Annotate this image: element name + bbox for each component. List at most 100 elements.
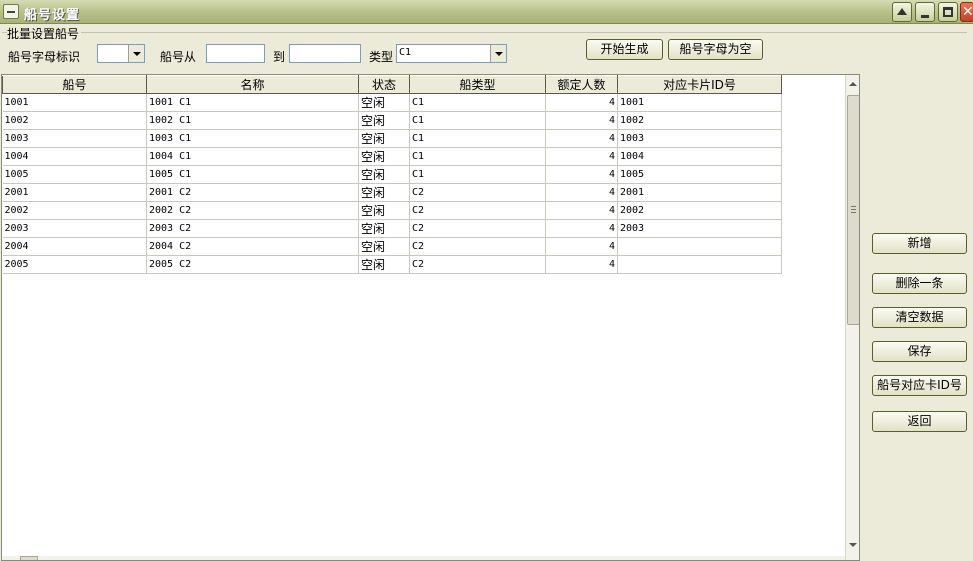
table-cell[interactable]: 4 — [545, 201, 618, 220]
clear-data-button[interactable]: 清空数据 — [872, 307, 967, 328]
table-row[interactable]: 1003 1003 C1 空闲 C1 4 1003 — [2, 129, 782, 148]
table-cell[interactable]: 空闲 — [358, 93, 410, 112]
table-cell[interactable]: 1004 — [617, 147, 782, 166]
horizontal-scroll-thumb[interactable] — [20, 556, 38, 560]
table-cell[interactable]: 2003 — [617, 219, 782, 238]
system-menu-icon[interactable] — [3, 4, 19, 19]
table-cell[interactable]: 空闲 — [358, 129, 410, 148]
generate-button[interactable]: 开始生成 — [586, 39, 663, 60]
table-cell[interactable]: 2003 — [2, 219, 147, 238]
table-cell[interactable]: 空闲 — [358, 201, 410, 220]
table-cell[interactable]: 空闲 — [358, 111, 410, 130]
chevron-down-icon[interactable] — [128, 45, 144, 62]
table-cell[interactable]: 1004 C1 — [146, 147, 359, 166]
table-cell[interactable] — [617, 255, 782, 274]
table-cell[interactable]: C2 — [409, 237, 546, 256]
table-cell[interactable]: 4 — [545, 219, 618, 238]
table-cell[interactable]: 空闲 — [358, 255, 410, 274]
table-cell[interactable]: 2001 C2 — [146, 183, 359, 202]
table-cell[interactable]: 2002 — [2, 201, 147, 220]
add-button[interactable]: 新增 — [872, 233, 967, 254]
table-cell[interactable]: 1001 C1 — [146, 93, 359, 112]
table-cell[interactable]: 4 — [545, 237, 618, 256]
scroll-thumb[interactable] — [847, 95, 859, 325]
table-cell[interactable]: C2 — [409, 201, 546, 220]
table-cell[interactable]: 2001 — [617, 183, 782, 202]
table-row[interactable]: 2004 2004 C2 空闲 C2 4 — [2, 237, 782, 256]
table-row[interactable]: 1001 1001 C1 空闲 C1 4 1001 — [2, 93, 782, 112]
scroll-down-icon[interactable] — [849, 543, 857, 547]
scroll-up-icon[interactable] — [849, 82, 857, 86]
delete-one-button[interactable]: 删除一条 — [872, 273, 967, 294]
map-card-id-button[interactable]: 船号对应卡ID号 — [872, 375, 967, 396]
table-cell[interactable]: 1001 — [2, 93, 147, 112]
table-cell[interactable] — [617, 237, 782, 256]
table-cell[interactable]: 2004 — [2, 237, 147, 256]
column-header[interactable]: 船号 — [2, 75, 147, 94]
table-cell[interactable]: 空闲 — [358, 165, 410, 184]
table-cell[interactable]: 1001 — [617, 93, 782, 112]
minimize-button[interactable] — [915, 2, 935, 22]
table-cell[interactable]: 1003 — [2, 129, 147, 148]
table-cell[interactable]: C2 — [409, 183, 546, 202]
table-cell[interactable]: 4 — [545, 147, 618, 166]
table-cell[interactable]: 1003 — [617, 129, 782, 148]
table-cell[interactable]: 4 — [545, 255, 618, 274]
vertical-scrollbar[interactable] — [845, 75, 859, 560]
boat-grid[interactable]: 船号 名称 状态 船类型 额定人数 对应卡片ID号 1001 1001 C1 空闲 C1 4 100… — [1, 74, 860, 561]
table-cell[interactable]: 1003 C1 — [146, 129, 359, 148]
table-cell[interactable]: C1 — [409, 165, 546, 184]
table-row[interactable]: 2001 2001 C2 空闲 C2 4 2001 — [2, 183, 782, 202]
table-cell[interactable]: 空闲 — [358, 147, 410, 166]
from-input[interactable] — [206, 44, 265, 63]
maximize-button[interactable] — [938, 2, 958, 22]
table-cell[interactable]: 4 — [545, 165, 618, 184]
type-select[interactable]: C1 — [396, 44, 507, 63]
table-row[interactable]: 2002 2002 C2 空闲 C2 4 2002 — [2, 201, 782, 220]
table-cell[interactable]: 1004 — [2, 147, 147, 166]
table-cell[interactable]: 2004 C2 — [146, 237, 359, 256]
table-cell[interactable]: 空闲 — [358, 183, 410, 202]
table-row[interactable]: 1002 1002 C1 空闲 C1 4 1002 — [2, 111, 782, 130]
table-row[interactable]: 2003 2003 C2 空闲 C2 4 2003 — [2, 219, 782, 238]
table-cell[interactable]: 1005 — [2, 165, 147, 184]
table-cell[interactable]: 1002 — [617, 111, 782, 130]
column-header[interactable]: 对应卡片ID号 — [617, 75, 782, 94]
table-row[interactable]: 2005 2005 C2 空闲 C2 4 — [2, 255, 782, 274]
to-input[interactable] — [289, 44, 361, 63]
back-button[interactable]: 返回 — [872, 411, 967, 432]
table-cell[interactable]: C1 — [409, 129, 546, 148]
letter-select[interactable] — [97, 44, 145, 63]
table-cell[interactable]: 4 — [545, 129, 618, 148]
column-header[interactable]: 状态 — [358, 75, 410, 94]
chevron-down-icon[interactable] — [490, 45, 506, 62]
table-cell[interactable]: 1005 C1 — [146, 165, 359, 184]
rollup-button[interactable] — [892, 2, 912, 22]
horizontal-scrollbar[interactable] — [2, 556, 845, 560]
table-cell[interactable]: 4 — [545, 183, 618, 202]
table-cell[interactable]: 2001 — [2, 183, 147, 202]
column-header[interactable]: 船类型 — [409, 75, 546, 94]
table-cell[interactable]: 2005 C2 — [146, 255, 359, 274]
table-cell[interactable]: 2003 C2 — [146, 219, 359, 238]
table-cell[interactable]: 2005 — [2, 255, 147, 274]
table-cell[interactable]: 4 — [545, 111, 618, 130]
column-header[interactable]: 名称 — [146, 75, 359, 94]
table-cell[interactable]: 1002 C1 — [146, 111, 359, 130]
table-cell[interactable]: C1 — [409, 147, 546, 166]
clear-letter-button[interactable]: 船号字母为空 — [668, 39, 763, 60]
table-cell[interactable]: 空闲 — [358, 219, 410, 238]
column-header[interactable]: 额定人数 — [545, 75, 618, 94]
table-cell[interactable]: 4 — [545, 93, 618, 112]
table-cell[interactable]: C2 — [409, 255, 546, 274]
table-cell[interactable]: 1002 — [2, 111, 147, 130]
table-cell[interactable]: 2002 — [617, 201, 782, 220]
table-cell[interactable]: C1 — [409, 111, 546, 130]
table-cell[interactable]: 2002 C2 — [146, 201, 359, 220]
save-button[interactable]: 保存 — [872, 341, 967, 362]
table-row[interactable]: 1005 1005 C1 空闲 C1 4 1005 — [2, 165, 782, 184]
table-cell[interactable]: 1005 — [617, 165, 782, 184]
table-cell[interactable]: C2 — [409, 219, 546, 238]
table-cell[interactable]: 空闲 — [358, 237, 410, 256]
close-button[interactable]: ✕ — [960, 2, 973, 22]
